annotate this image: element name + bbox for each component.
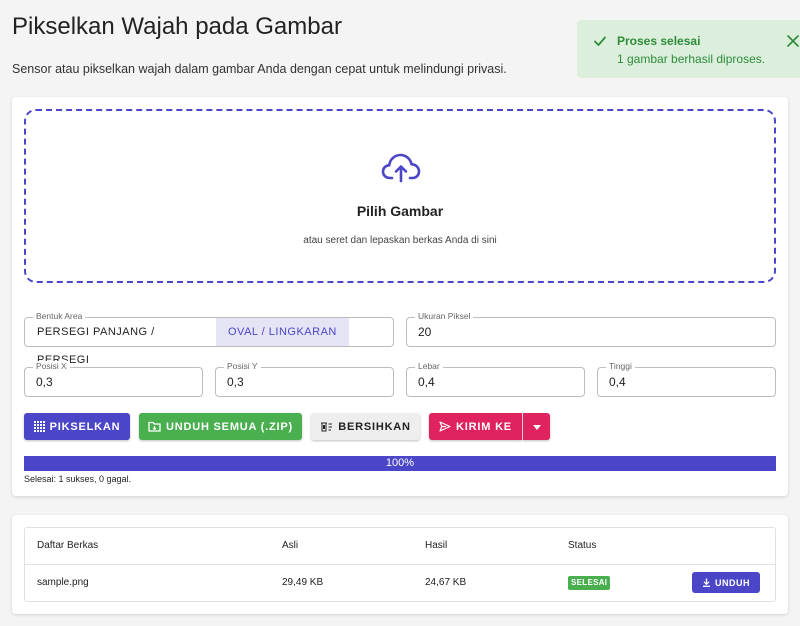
file-original-size: 29,49 KB bbox=[282, 577, 324, 588]
pos-y-field: Posisi Y bbox=[215, 361, 394, 397]
folder-zip-icon bbox=[148, 421, 161, 432]
height-input[interactable] bbox=[598, 368, 775, 396]
pixel-size-input[interactable] bbox=[407, 318, 775, 346]
header-original: Asli bbox=[282, 540, 299, 551]
main-card: Pilih Gambar atau seret dan lepaskan ber… bbox=[12, 97, 788, 496]
progress-status: Selesai: 1 sukses, 0 gagal. bbox=[24, 474, 132, 484]
toast-message: 1 gambar berhasil diproses. bbox=[617, 52, 766, 66]
success-toast: Proses selesai 1 gambar berhasil diprose… bbox=[577, 20, 800, 78]
cloud-upload-icon bbox=[381, 151, 421, 188]
send-to-dropdown-button[interactable] bbox=[523, 413, 550, 440]
page-subtitle: Sensor atau pikselkan wajah dalam gambar… bbox=[12, 62, 507, 76]
send-to-button[interactable]: KIRIM KE bbox=[429, 413, 522, 440]
pixelate-button[interactable]: PIKSELKAN bbox=[24, 413, 130, 440]
download-icon bbox=[702, 578, 711, 587]
toast-title: Proses selesai bbox=[617, 34, 701, 48]
header-divider bbox=[25, 564, 775, 565]
height-field: Tinggi bbox=[597, 361, 776, 397]
file-name: sample.png bbox=[37, 577, 89, 588]
send-icon bbox=[439, 421, 451, 432]
caret-down-icon bbox=[532, 421, 541, 433]
download-button[interactable]: UNDUH bbox=[692, 572, 760, 593]
pos-y-input[interactable] bbox=[216, 368, 393, 396]
close-icon[interactable] bbox=[787, 34, 799, 52]
pixelate-label: PIKSELKAN bbox=[49, 420, 121, 433]
pixel-size-field: Ukuran Piksel bbox=[406, 311, 776, 347]
shape-option-oval[interactable]: OVAL / LINGKARAN bbox=[216, 318, 349, 346]
header-status: Status bbox=[568, 540, 597, 551]
shape-toggle: Bentuk Area PERSEGI PANJANG / PERSEGI OV… bbox=[24, 311, 394, 366]
download-all-label: UNDUH SEMUA (.ZIP) bbox=[165, 420, 294, 433]
send-to-label: KIRIM KE bbox=[456, 420, 512, 433]
width-field: Lebar bbox=[406, 361, 585, 397]
download-all-button[interactable]: UNDUH SEMUA (.ZIP) bbox=[139, 413, 302, 440]
progress-label: 100% bbox=[385, 457, 415, 469]
clear-icon bbox=[320, 421, 333, 432]
file-dropzone[interactable]: Pilih Gambar atau seret dan lepaskan ber… bbox=[24, 109, 776, 283]
header-file-list: Daftar Berkas bbox=[37, 540, 99, 551]
file-table: Daftar Berkas Asli Hasil Status sample.p… bbox=[24, 527, 776, 602]
pos-x-field: Posisi X bbox=[24, 361, 203, 397]
clear-button[interactable]: BERSIHKAN bbox=[311, 413, 420, 440]
check-icon bbox=[593, 34, 607, 53]
download-label: UNDUH bbox=[715, 577, 750, 588]
progress-bar: 100% bbox=[24, 456, 776, 471]
clear-label: BERSIHKAN bbox=[338, 420, 411, 433]
grid-icon bbox=[33, 421, 45, 432]
dropzone-hint: atau seret dan lepaskan berkas Anda di s… bbox=[303, 235, 497, 246]
width-input[interactable] bbox=[407, 368, 584, 396]
header-result: Hasil bbox=[425, 540, 448, 551]
dropzone-title: Pilih Gambar bbox=[356, 203, 444, 219]
file-result-size: 24,67 KB bbox=[425, 577, 467, 588]
file-list-card: Daftar Berkas Asli Hasil Status sample.p… bbox=[12, 515, 788, 614]
page-title: Pikselkan Wajah pada Gambar bbox=[12, 13, 342, 40]
shape-option-rectangle[interactable]: PERSEGI PANJANG / PERSEGI bbox=[25, 318, 216, 366]
pos-x-input[interactable] bbox=[25, 368, 202, 396]
status-badge: SELESAI bbox=[568, 576, 611, 590]
